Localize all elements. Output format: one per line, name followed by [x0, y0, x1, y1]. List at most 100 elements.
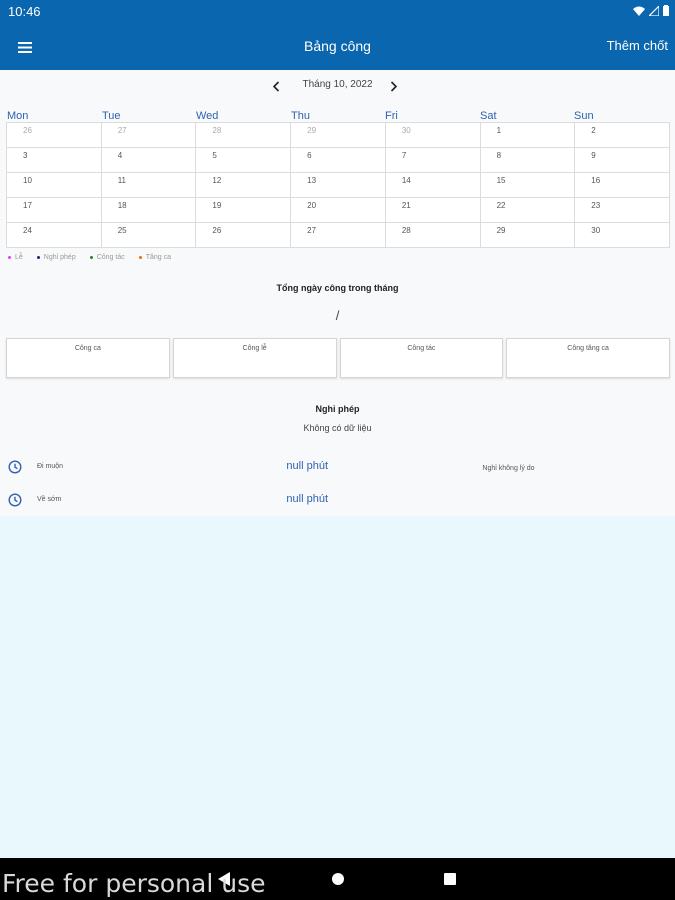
- legend-dot-icon: [138, 256, 142, 259]
- late-arrival-row: Đi muộn null phút: [0, 454, 340, 482]
- legend-item: Tăng ca: [138, 254, 171, 261]
- calendar-day[interactable]: 2: [575, 123, 670, 148]
- day-number: 30: [401, 126, 411, 135]
- calendar-day[interactable]: 6: [291, 148, 386, 173]
- calendar-day[interactable]: 17: [7, 198, 102, 223]
- day-number: 8: [496, 151, 502, 160]
- early-leave-value: null phút: [286, 493, 328, 505]
- day-number: 18: [117, 201, 127, 210]
- calendar-day[interactable]: 30: [575, 223, 670, 248]
- calendar-day[interactable]: 26: [7, 123, 102, 148]
- add-checkpoint-button[interactable]: Thêm chốt: [607, 38, 668, 53]
- day-number: 19: [212, 201, 222, 210]
- early-leave-label: Về sớm: [37, 496, 62, 503]
- calendar-day[interactable]: 27: [291, 223, 386, 248]
- calendar-day[interactable]: 29: [480, 223, 576, 248]
- legend-dot-icon: [8, 256, 11, 259]
- day-number: 25: [117, 226, 127, 235]
- calendar-day[interactable]: 24: [7, 223, 102, 248]
- page-title: Bảng công: [304, 38, 371, 54]
- calendar-day[interactable]: 7: [385, 148, 481, 173]
- calendar-day[interactable]: 23: [575, 198, 670, 223]
- day-number: 26: [212, 226, 222, 235]
- day-number: 2: [591, 126, 596, 135]
- home-icon[interactable]: [332, 873, 344, 885]
- calendar-day[interactable]: 11: [101, 173, 197, 198]
- calendar-legend: Lễ Nghỉ phép Công tác Tăng ca: [8, 254, 171, 261]
- calendar-day[interactable]: 5: [196, 148, 292, 173]
- calendar-day[interactable]: 9: [575, 148, 670, 173]
- calendar-day[interactable]: 1: [480, 123, 576, 148]
- day-number: 22: [496, 201, 506, 210]
- calendar-day[interactable]: 13: [291, 173, 386, 198]
- day-number: 7: [401, 151, 407, 160]
- calendar-day[interactable]: 8: [480, 148, 576, 173]
- calendar-day[interactable]: 22: [480, 198, 576, 223]
- recent-apps-icon[interactable]: [444, 873, 456, 885]
- legend-item: Công tác: [89, 254, 125, 261]
- leave-empty-text: Không có dữ liệu: [303, 423, 372, 433]
- stat-box-business-trip: Công tác: [339, 338, 504, 378]
- day-number: 26: [23, 126, 32, 135]
- late-arrival-label: Đi muộn: [37, 463, 64, 470]
- day-number: 16: [591, 176, 601, 185]
- calendar-day[interactable]: 12: [196, 173, 292, 198]
- day-number: 4: [117, 151, 123, 160]
- day-number: 1: [496, 126, 502, 135]
- chevron-right-icon: [390, 81, 398, 92]
- day-number: 5: [212, 151, 217, 160]
- stat-label: Công tăng ca: [567, 345, 609, 352]
- wifi-icon: [633, 6, 645, 16]
- weekday-label: Wed: [196, 110, 219, 122]
- calendar-day[interactable]: 3: [7, 148, 102, 173]
- system-icons: [633, 5, 669, 16]
- summary-title: Tổng ngày công trong tháng: [276, 283, 399, 293]
- calendar-day[interactable]: 27: [101, 123, 197, 148]
- day-number: 28: [401, 226, 411, 235]
- month-label: Tháng 10, 2022: [302, 79, 373, 90]
- day-number: 6: [307, 151, 312, 160]
- weekday-label: Thu: [291, 110, 310, 122]
- status-time: 10:46: [8, 4, 41, 19]
- day-number: 15: [496, 176, 506, 185]
- day-number: 30: [591, 226, 601, 235]
- calendar-day[interactable]: 10: [7, 173, 102, 198]
- calendar-day[interactable]: 18: [101, 198, 197, 223]
- weekday-label: Tue: [102, 110, 121, 122]
- day-number: 14: [401, 176, 411, 185]
- weekday-label: Sun: [574, 110, 594, 122]
- calendar-day[interactable]: 28: [385, 223, 481, 248]
- weekday-header: Mon Tue Wed Thu Fri Sat Sun: [6, 110, 670, 122]
- day-number: 23: [591, 201, 601, 210]
- calendar-day[interactable]: 15: [480, 173, 576, 198]
- calendar-day[interactable]: 16: [575, 173, 670, 198]
- calendar-day[interactable]: 28: [196, 123, 292, 148]
- weekday-label: Fri: [385, 110, 398, 122]
- watermark-text: Free for personal use: [2, 869, 266, 898]
- calendar-day[interactable]: 14: [385, 173, 481, 198]
- day-number: 10: [23, 176, 32, 185]
- day-number: 29: [496, 226, 506, 235]
- calendar-day[interactable]: 26: [196, 223, 292, 248]
- next-month-button[interactable]: [390, 79, 398, 97]
- legend-dot-icon: [89, 256, 93, 259]
- calendar-day[interactable]: 19: [196, 198, 292, 223]
- month-navigator: Tháng 10, 2022: [0, 77, 675, 95]
- calendar-grid: 26 27 28 29 30 1 2 3 4 5 6 7 8 9 10 11 1…: [6, 122, 670, 248]
- late-arrival-value: null phút: [286, 460, 328, 472]
- calendar-day[interactable]: 25: [101, 223, 197, 248]
- calendar-day[interactable]: 29: [291, 123, 386, 148]
- calendar-day[interactable]: 30: [385, 123, 481, 148]
- legend-label: Nghỉ phép: [43, 254, 76, 261]
- stat-label: Công lễ: [242, 345, 267, 352]
- day-number: 11: [117, 176, 127, 185]
- stat-box-shift: Công ca: [6, 338, 170, 378]
- calendar-day[interactable]: 4: [101, 148, 197, 173]
- calendar-day[interactable]: 20: [291, 198, 386, 223]
- day-number: 12: [212, 176, 222, 185]
- day-number: 3: [23, 151, 28, 160]
- weekday-label: Mon: [7, 110, 29, 122]
- legend-dot-icon: [36, 256, 40, 259]
- calendar-day[interactable]: 21: [385, 198, 481, 223]
- day-number: 27: [117, 126, 127, 135]
